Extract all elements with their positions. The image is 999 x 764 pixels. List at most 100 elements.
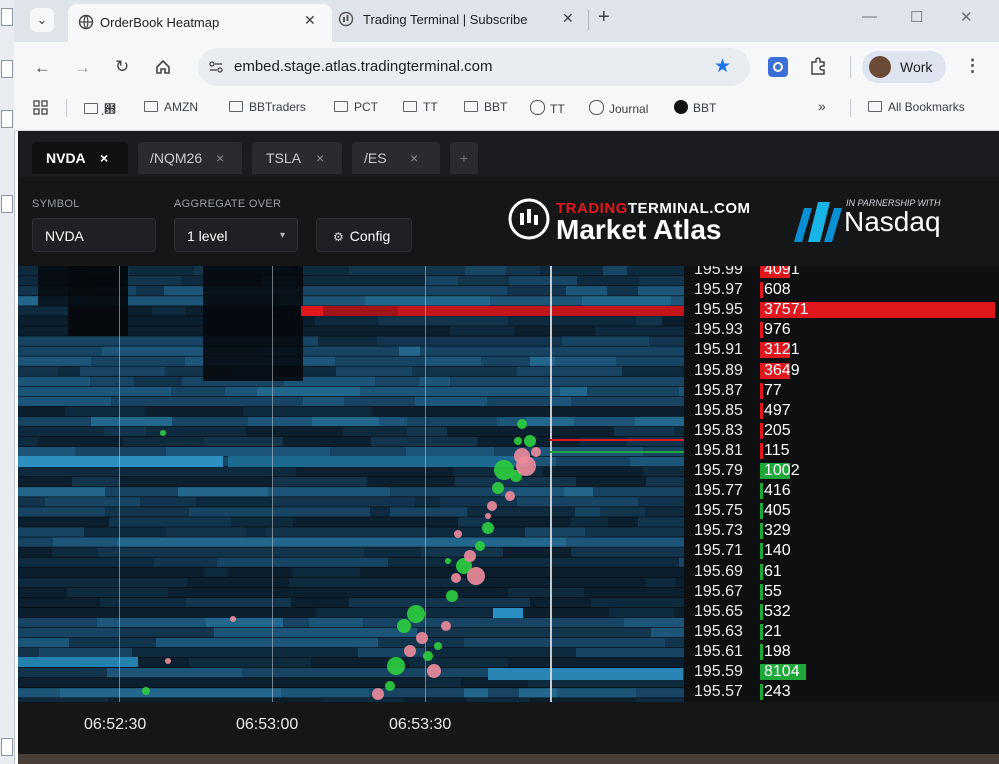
heat-cell <box>204 567 228 577</box>
heat-cell <box>225 386 257 397</box>
heat-cell <box>600 507 645 517</box>
bookmarks-divider <box>850 99 851 117</box>
ladder-row: 195.63 21 <box>684 622 999 642</box>
more-menu-icon[interactable]: ⋮ <box>964 56 981 76</box>
bookmark-label: BBT <box>484 100 508 114</box>
heat-cell <box>661 547 684 557</box>
price-label: 195.61 <box>694 642 743 660</box>
heat-cell <box>558 527 585 537</box>
desktop-edge-button[interactable] <box>1 60 13 78</box>
heat-cell <box>181 547 267 557</box>
desktop-edge-button[interactable] <box>1 110 13 128</box>
heat-cell <box>570 517 608 527</box>
desktop-edge-button[interactable] <box>1 8 13 26</box>
close-icon[interactable]: × <box>216 142 224 174</box>
brand-market-atlas: Market Atlas <box>556 214 722 245</box>
close-icon[interactable]: × <box>316 142 324 174</box>
heat-cell <box>412 286 507 296</box>
bookmark-site[interactable]: TT <box>530 100 565 116</box>
orderbook-heatmap[interactable] <box>18 266 684 702</box>
heat-cell <box>257 446 330 457</box>
apps-grid-icon[interactable] <box>33 100 49 116</box>
bookmark-folder[interactable]: TT <box>403 100 438 114</box>
extension-icon[interactable] <box>768 57 788 77</box>
folder-icon <box>84 103 98 114</box>
bookmark-star-icon[interactable]: ★ <box>714 55 731 78</box>
close-icon[interactable]: × <box>410 142 418 174</box>
site-settings-icon[interactable] <box>208 59 224 75</box>
bookmark-folder[interactable]: ฺ฻ <box>84 100 116 119</box>
heat-cell <box>467 416 497 427</box>
maximize-icon[interactable]: ☐ <box>910 8 923 26</box>
heat-cell <box>630 456 672 467</box>
heat-cell <box>616 356 684 366</box>
heat-cell <box>52 547 98 557</box>
tab-divider <box>588 10 589 30</box>
bookmark-folder[interactable]: AMZN <box>144 100 198 114</box>
window-close-icon[interactable]: ✕ <box>960 8 973 26</box>
bookmark-site[interactable]: BBT <box>674 100 716 115</box>
symbol-input[interactable]: NVDA <box>32 218 156 252</box>
minimize-icon[interactable]: — <box>862 8 877 25</box>
bookmark-folder[interactable]: BBT <box>464 100 507 114</box>
tab-search-chevron-icon[interactable]: ⌄ <box>30 8 54 32</box>
browser-tab-active[interactable]: OrderBook Heatmap ✕ <box>68 4 332 42</box>
bookmarks-overflow-icon[interactable]: » <box>818 98 826 114</box>
symbol-tab-nvda[interactable]: NVDA × <box>32 142 128 174</box>
symbol-tab-es[interactable]: /ES × <box>352 142 440 174</box>
price-label: 195.97 <box>694 281 743 299</box>
bookmark-folder[interactable]: BBTraders <box>229 100 306 114</box>
symbol-tab-tsla[interactable]: TSLA × <box>252 142 342 174</box>
heat-cell <box>544 617 624 628</box>
bookmark-site[interactable]: Journal <box>589 100 648 116</box>
desktop-edge-button[interactable] <box>1 195 13 213</box>
heat-cell <box>360 567 428 577</box>
add-symbol-tab-button[interactable]: + <box>450 142 478 174</box>
heat-cell <box>409 657 508 668</box>
heat-cell <box>638 286 684 296</box>
heat-cell <box>562 336 649 346</box>
size-label: 37571 <box>764 301 809 319</box>
heat-cell <box>161 668 205 678</box>
new-tab-icon[interactable]: + <box>598 6 610 29</box>
trade-bubble <box>397 619 411 633</box>
profile-button[interactable]: Work <box>862 51 946 83</box>
heat-cell <box>420 346 486 356</box>
heat-cell <box>162 688 211 698</box>
price-label: 195.95 <box>694 301 743 319</box>
config-button[interactable]: ⚙ Config <box>316 218 412 252</box>
symbol-tab-label: TSLA <box>266 150 302 166</box>
bookmark-folder[interactable]: PCT <box>334 100 378 114</box>
close-tab-icon[interactable]: ✕ <box>562 10 574 27</box>
heat-cell <box>186 597 291 608</box>
heat-cell <box>378 597 476 608</box>
heat-cell <box>119 627 214 638</box>
size-label: 3121 <box>764 341 800 359</box>
address-bar[interactable]: embed.stage.atlas.tradingterminal.com ★ <box>198 48 750 86</box>
symbol-tab-nqm26[interactable]: /NQM26 × <box>138 142 242 174</box>
heat-cell <box>132 647 224 658</box>
extensions-puzzle-icon[interactable] <box>808 56 828 76</box>
size-label: 329 <box>764 522 791 540</box>
ask-wall <box>398 306 684 316</box>
aggregate-value: 1 level <box>187 228 228 244</box>
desktop-edge-button[interactable] <box>1 738 13 756</box>
url-text[interactable]: embed.stage.atlas.tradingterminal.com <box>234 58 492 75</box>
heat-cell <box>62 678 157 688</box>
size-bar <box>760 382 763 399</box>
back-icon[interactable]: ← <box>34 58 51 78</box>
aggregate-select[interactable]: 1 level ▾ <box>174 218 298 252</box>
price-label: 195.63 <box>694 622 743 640</box>
heat-cell <box>584 657 673 668</box>
heat-cell <box>107 668 161 678</box>
close-tab-icon[interactable]: ✕ <box>304 12 316 29</box>
heat-cell <box>157 678 178 688</box>
home-icon[interactable] <box>154 58 172 76</box>
forward-icon[interactable]: → <box>74 58 91 78</box>
browser-tab-title[interactable]: Trading Terminal | Subscribe <box>363 12 528 27</box>
all-bookmarks[interactable]: All Bookmarks <box>868 100 965 114</box>
reload-icon[interactable]: ↻ <box>115 57 129 77</box>
size-label: 497 <box>764 401 791 419</box>
close-icon[interactable]: × <box>100 142 108 174</box>
heat-cell <box>614 426 674 437</box>
